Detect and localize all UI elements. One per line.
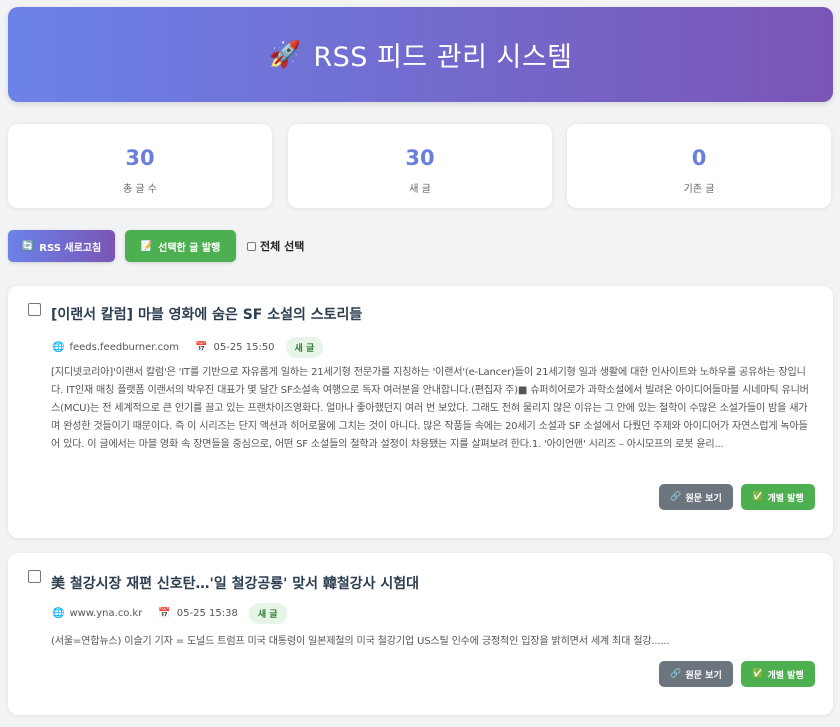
calendar-icon: 📅: [195, 342, 208, 353]
link-icon: 🔗: [670, 492, 682, 502]
view-original-button[interactable]: 🔗 원문 보기: [659, 661, 733, 687]
publish-selected-label: 선택한 글 발행: [158, 242, 221, 254]
view-original-button[interactable]: 🔗 원문 보기: [659, 484, 733, 510]
article-summary: (서울=연합뉴스) 이슬기 기자 = 도널드 트럼프 미국 대통령이 일본제철의…: [51, 636, 670, 647]
link-icon: 🔗: [670, 669, 682, 679]
article-checkbox[interactable]: [28, 303, 41, 316]
article-date: 05-25 15:50: [213, 342, 275, 353]
rss-refresh-label: RSS 새로고침: [39, 242, 102, 254]
publish-single-label: 개별 발행: [767, 493, 804, 504]
article-title: 美 철강시장 재편 신호탄…'일 철강공룡' 맞서 韓철강사 시험대: [51, 576, 420, 592]
rocket-icon: 🚀: [268, 39, 302, 70]
stat-existing-label: 기존 글: [683, 184, 715, 195]
stat-existing-value: 0: [691, 146, 707, 170]
publish-single-button[interactable]: ✅ 개별 발행: [741, 661, 815, 687]
page-title: 🚀 RSS 피드 관리 시스템: [268, 35, 572, 74]
article-source: feeds.feedburner.com: [69, 342, 180, 353]
page-header: 🚀 RSS 피드 관리 시스템: [8, 7, 833, 102]
memo-icon: 📝: [140, 240, 154, 252]
check-icon: ✅: [752, 669, 764, 679]
stat-new-value: 30: [405, 146, 435, 170]
publish-selected-button[interactable]: 📝 선택한 글 발행: [125, 230, 236, 262]
rss-refresh-button[interactable]: 🔄 RSS 새로고침: [8, 230, 115, 262]
article-summary: [지디넷코리아]'이랜서 칼럼'은 'IT를 기반으로 자유롭게 일하는 21세…: [51, 367, 809, 450]
article-checkbox[interactable]: [28, 570, 41, 583]
stat-total-value: 30: [125, 146, 155, 170]
stat-existing: 0 기존 글: [567, 124, 831, 208]
calendar-icon: 📅: [158, 608, 171, 619]
select-all-checkbox[interactable]: [247, 241, 256, 251]
stat-total: 30 총 글 수: [8, 124, 272, 208]
article-source: www.yna.co.kr: [69, 608, 143, 619]
select-all-toggle[interactable]: 전체 선택: [247, 238, 304, 254]
article-date: 05-25 15:38: [176, 608, 238, 619]
stat-new-label: 새 글: [409, 184, 431, 195]
view-original-label: 원문 보기: [685, 493, 722, 504]
stat-new: 30 새 글: [288, 124, 552, 208]
publish-single-label: 개별 발행: [767, 670, 804, 681]
new-badge: 새 글: [285, 337, 324, 358]
publish-single-button[interactable]: ✅ 개별 발행: [741, 484, 815, 510]
refresh-icon: 🔄: [21, 240, 35, 252]
article-meta: 🌐 feeds.feedburner.com 📅 05-25 15:50 새 글: [52, 337, 324, 358]
article-card: [이랜서 칼럼] 마블 영화에 숨은 SF 소설의 스토리들 🌐 feeds.f…: [8, 286, 833, 538]
new-badge: 새 글: [248, 603, 287, 624]
page-title-text: RSS 피드 관리 시스템: [313, 42, 573, 73]
globe-icon: 🌐: [52, 608, 65, 619]
view-original-label: 원문 보기: [685, 670, 722, 681]
stat-total-label: 총 글 수: [123, 184, 157, 195]
check-icon: ✅: [752, 492, 764, 502]
globe-icon: 🌐: [52, 342, 65, 353]
article-title: [이랜서 칼럼] 마블 영화에 숨은 SF 소설의 스토리들: [51, 307, 363, 323]
article-card: 美 철강시장 재편 신호탄…'일 철강공룡' 맞서 韓철강사 시험대 🌐 www…: [8, 553, 833, 715]
select-all-label: 전체 선택: [260, 240, 305, 253]
article-meta: 🌐 www.yna.co.kr 📅 05-25 15:38 새 글: [52, 603, 287, 624]
